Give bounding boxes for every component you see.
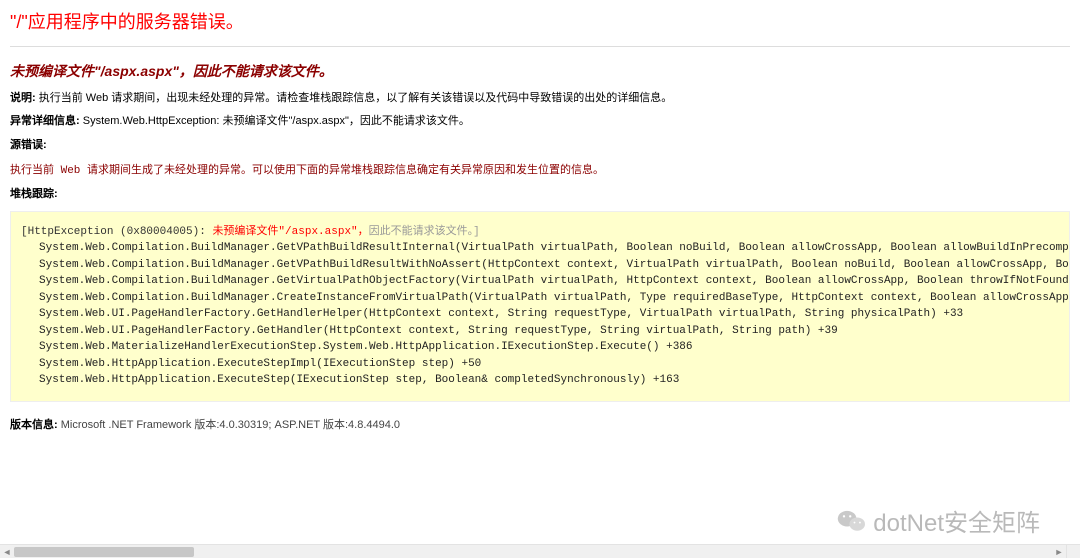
- watermark-text: dotNet安全矩阵: [873, 503, 1040, 538]
- stack-trace-row: System.Web.Compilation.BuildManager.GetV…: [21, 257, 1059, 274]
- page-title: "/"应用程序中的服务器错误。: [10, 8, 1070, 40]
- exception-tail: 因此不能请求该文件。]: [369, 226, 480, 238]
- stack-trace-label: 堆栈跟踪:: [10, 188, 58, 200]
- source-error-line: 源错误:: [10, 138, 1070, 153]
- stack-trace-label-line: 堆栈跟踪:: [10, 187, 1070, 202]
- stack-trace-row: System.Web.UI.PageHandlerFactory.GetHand…: [21, 323, 1059, 340]
- source-error-message: 执行当前 Web 请求期间生成了未经处理的异常。可以使用下面的异常堆栈跟踪信息确…: [10, 161, 1070, 177]
- stack-trace-row: System.Web.UI.PageHandlerFactory.GetHand…: [21, 306, 1059, 323]
- exception-prefix: [HttpException (0x80004005):: [21, 226, 212, 238]
- stack-trace-row: System.Web.Compilation.BuildManager.GetV…: [21, 240, 1059, 257]
- watermark: dotNet安全矩阵: [837, 503, 1040, 538]
- stack-trace-row: System.Web.HttpApplication.ExecuteStepIm…: [21, 356, 1059, 373]
- exception-details-line: 异常详细信息: System.Web.HttpException: 未预编译文件…: [10, 114, 1070, 129]
- stack-trace-row: System.Web.MaterializeHandlerExecutionSt…: [21, 339, 1059, 356]
- error-page: "/"应用程序中的服务器错误。 未预编译文件"/aspx.aspx"，因此不能请…: [0, 0, 1080, 440]
- scroll-left-arrow-icon[interactable]: ◄: [0, 545, 14, 559]
- stack-trace-row: System.Web.Compilation.BuildManager.Crea…: [21, 290, 1059, 307]
- description-label: 说明:: [10, 92, 36, 104]
- error-subtitle: 未预编译文件"/aspx.aspx"，因此不能请求该文件。: [10, 61, 1070, 81]
- stack-trace-row: System.Web.Compilation.BuildManager.GetV…: [21, 273, 1059, 290]
- version-label: 版本信息:: [10, 419, 58, 431]
- stack-trace-block: [HttpException (0x80004005): 未预编译文件"/asp…: [10, 211, 1070, 402]
- exception-details-text: System.Web.HttpException: 未预编译文件"/aspx.a…: [80, 115, 470, 127]
- description-text: 执行当前 Web 请求期间，出现未经处理的异常。请检查堆栈跟踪信息，以了解有关该…: [36, 92, 673, 104]
- exception-header: [HttpException (0x80004005): 未预编译文件"/asp…: [21, 224, 1059, 241]
- scroll-right-arrow-icon[interactable]: ►: [1052, 545, 1066, 559]
- divider: [10, 46, 1070, 47]
- version-text: Microsoft .NET Framework 版本:4.0.30319; A…: [58, 419, 400, 431]
- source-error-label: 源错误:: [10, 139, 47, 151]
- exception-main: 未预编译文件"/aspx.aspx"，: [212, 226, 368, 238]
- stack-trace-row: System.Web.HttpApplication.ExecuteStep(I…: [21, 372, 1059, 389]
- scroll-thumb[interactable]: [14, 547, 194, 557]
- exception-details-label: 异常详细信息:: [10, 115, 80, 127]
- wechat-icon: [837, 509, 865, 533]
- horizontal-scrollbar[interactable]: ◄ ►: [0, 544, 1066, 558]
- scroll-corner: [1066, 544, 1080, 558]
- description-line: 说明: 执行当前 Web 请求期间，出现未经处理的异常。请检查堆栈跟踪信息，以了…: [10, 91, 1070, 106]
- version-info: 版本信息: Microsoft .NET Framework 版本:4.0.30…: [10, 416, 1070, 432]
